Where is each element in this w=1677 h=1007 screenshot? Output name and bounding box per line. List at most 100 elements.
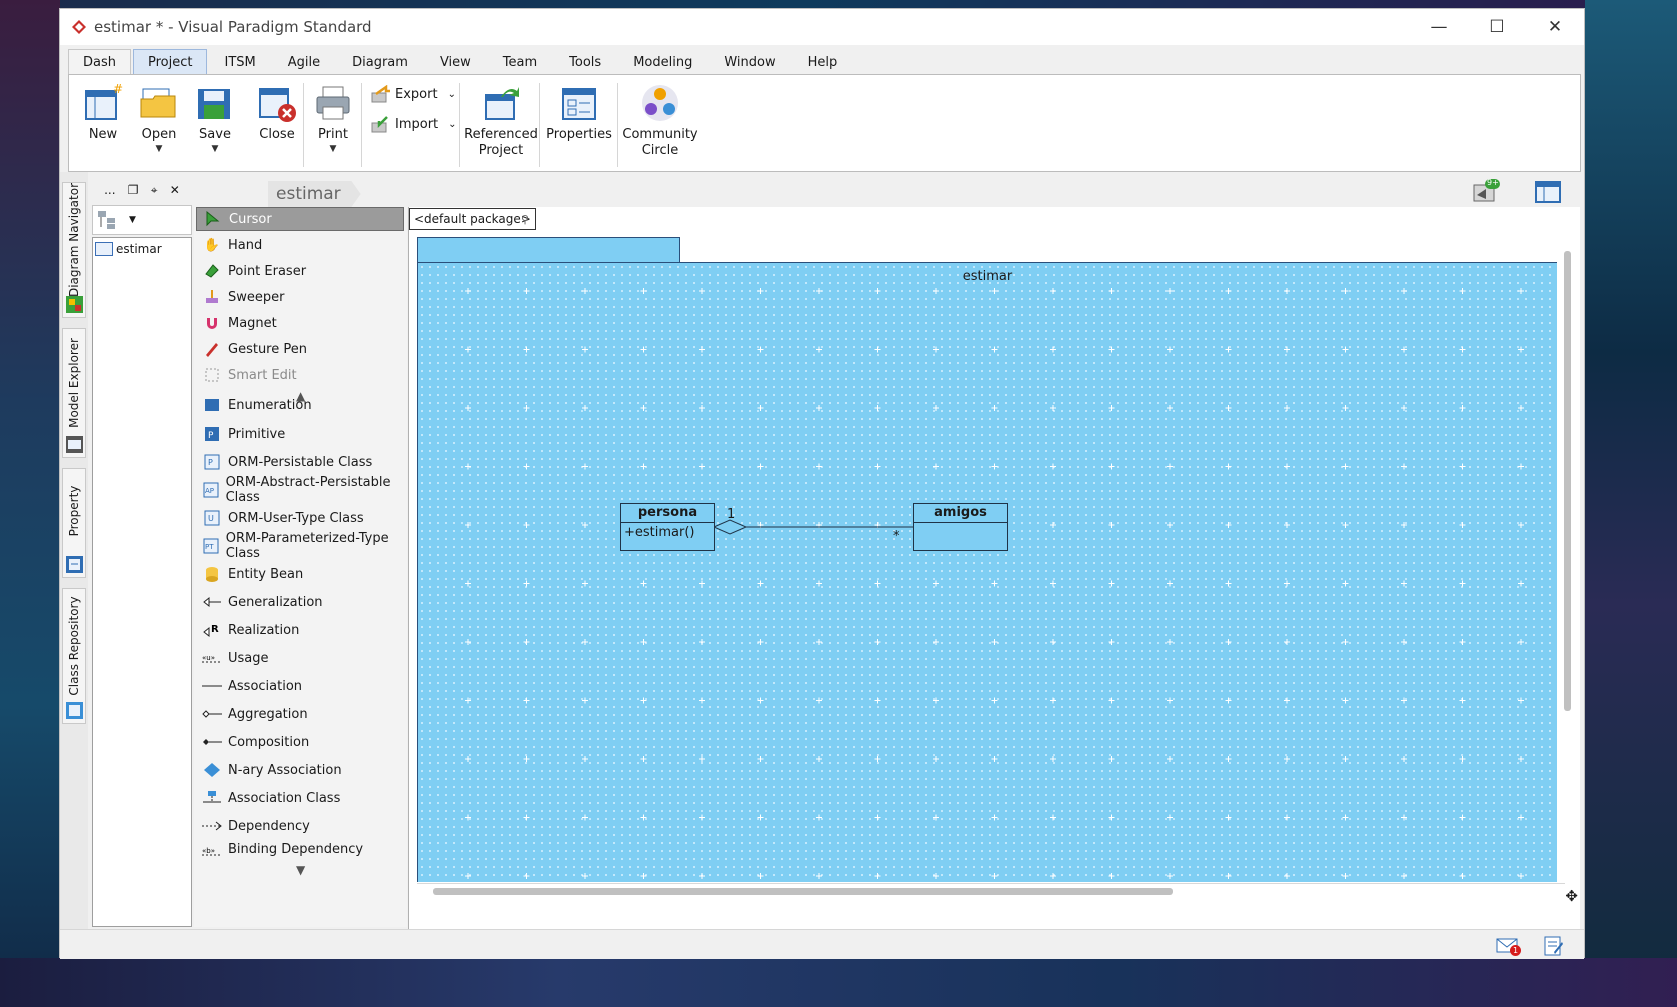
tree-item-estimar[interactable]: estimar	[95, 242, 189, 256]
tool-association-class[interactable]: Association Class	[196, 786, 404, 810]
aggregation-association[interactable]	[418, 263, 1558, 883]
tool-composition[interactable]: Composition	[196, 730, 404, 754]
navigator-more-button[interactable]: ...	[104, 183, 115, 197]
palette-scroll-down-icon[interactable]: ▼	[296, 863, 305, 877]
class-amigos[interactable]: amigos	[913, 503, 1008, 551]
tab-itsm[interactable]: ITSM	[209, 49, 270, 75]
tool-orm-persistable-class[interactable]: P ORM-Persistable Class	[196, 450, 404, 474]
open-dropdown-icon[interactable]: ▼	[156, 144, 163, 154]
tool-generalization[interactable]: Generalization	[196, 590, 404, 614]
close-button[interactable]: ✕	[1526, 9, 1584, 45]
tool-generalization-label: Generalization	[228, 594, 323, 610]
tool-binding-dependency[interactable]: «b» Binding Dependency	[196, 842, 404, 858]
tool-orm-user-type-class[interactable]: U ORM-User-Type Class	[196, 506, 404, 530]
desktop-wallpaper-bottom	[0, 958, 1677, 1007]
minimize-button[interactable]: —	[1410, 9, 1468, 45]
tab-team[interactable]: Team	[488, 49, 552, 75]
horizontal-scroll-thumb[interactable]	[433, 888, 1173, 895]
tool-gesture-pen-label: Gesture Pen	[228, 341, 307, 357]
save-label: Save	[199, 127, 231, 142]
tool-cursor[interactable]: Cursor	[196, 207, 404, 231]
navigator-pin-button[interactable]: ⌖	[151, 183, 158, 198]
layout-button[interactable]	[1534, 179, 1562, 205]
svg-text:AP: AP	[205, 487, 214, 495]
tab-agile[interactable]: Agile	[273, 49, 335, 75]
notes-button[interactable]	[1542, 936, 1564, 956]
navigator-tree: estimar	[92, 237, 192, 927]
pan-move-icon[interactable]: ✥	[1565, 887, 1578, 905]
import-button[interactable]: Import ⌄	[371, 115, 457, 133]
tab-tools[interactable]: Tools	[554, 49, 616, 75]
svg-text:R: R	[211, 624, 219, 635]
tab-project[interactable]: Project	[133, 49, 208, 75]
open-button[interactable]: Open ▼	[139, 83, 179, 154]
diagram-canvas[interactable]: <default package> ⚲ estimar 1 * persona …	[408, 207, 1580, 935]
side-tab-diagram-navigator-label: Diagram Navigator	[67, 182, 81, 298]
tool-orm-parameterized-type-class[interactable]: PT ORM-Parameterized-Type Class	[196, 531, 404, 561]
messages-button[interactable]: 1	[1496, 936, 1521, 956]
navigator-view-selector[interactable]: ▼	[92, 205, 192, 235]
tab-diagram[interactable]: Diagram	[337, 49, 423, 75]
notifications-button[interactable]: 9+	[1472, 178, 1500, 205]
tool-magnet[interactable]: Magnet	[196, 311, 404, 335]
import-dropdown-icon[interactable]: ⌄	[448, 119, 456, 130]
mail-badge: 1	[1510, 945, 1521, 956]
tool-usage-label: Usage	[228, 650, 269, 666]
vertical-scroll-thumb[interactable]	[1564, 251, 1571, 711]
tab-dash[interactable]: Dash	[68, 49, 131, 75]
referenced-project-icon	[485, 87, 519, 120]
tool-usage[interactable]: «u» Usage	[196, 646, 404, 670]
tool-n-ary-association[interactable]: N-ary Association	[196, 758, 404, 782]
side-tab-diagram-navigator[interactable]: Diagram Navigator	[62, 182, 86, 318]
print-dropdown-icon[interactable]: ▼	[330, 144, 337, 154]
tool-association[interactable]: Association	[196, 674, 404, 698]
referenced-project-button[interactable]: Referenced Project	[464, 83, 538, 159]
navigator-restore-button[interactable]: ❐	[128, 183, 139, 197]
save-button[interactable]: Save ▼	[195, 83, 235, 154]
view-selector-dropdown-icon[interactable]: ▼	[129, 215, 136, 225]
tab-view[interactable]: View	[425, 49, 486, 75]
tool-gesture-pen[interactable]: Gesture Pen	[196, 337, 404, 361]
horizontal-scrollbar[interactable]	[417, 883, 1565, 897]
tool-dependency[interactable]: Dependency	[196, 814, 404, 838]
export-button[interactable]: Export ⌄	[371, 85, 456, 103]
tool-entity-bean[interactable]: Entity Bean	[196, 562, 404, 586]
association-target-multiplicity: *	[893, 529, 900, 544]
realization-icon: R	[202, 621, 222, 639]
class-persona[interactable]: persona +estimar()	[620, 503, 715, 551]
tool-realization[interactable]: R Realization	[196, 618, 404, 642]
tool-sweeper[interactable]: Sweeper	[196, 285, 404, 309]
package-search-icon[interactable]: ⚲	[521, 213, 529, 226]
tab-help[interactable]: Help	[793, 49, 853, 75]
tool-hand[interactable]: ✋ Hand	[196, 233, 404, 257]
side-tab-model-explorer[interactable]: Model Explorer	[62, 328, 86, 458]
close-project-button[interactable]: Close	[255, 83, 299, 143]
tool-primitive[interactable]: P Primitive	[196, 422, 404, 446]
sweeper-icon	[202, 288, 222, 306]
side-tab-property[interactable]: Property	[62, 468, 86, 578]
export-dropdown-icon[interactable]: ⌄	[448, 89, 456, 100]
tab-modeling[interactable]: Modeling	[618, 49, 707, 75]
svg-text:U: U	[208, 514, 214, 523]
breadcrumb[interactable]: estimar	[268, 181, 361, 207]
tool-orm-abstract-persistable-class[interactable]: AP ORM-Abstract-Persistable Class	[196, 475, 404, 505]
community-circle-button[interactable]: Community Circle	[622, 83, 698, 159]
tool-aggregation[interactable]: Aggregation	[196, 702, 404, 726]
vertical-scrollbar[interactable]	[1560, 237, 1574, 897]
save-dropdown-icon[interactable]: ▼	[212, 144, 219, 154]
properties-button[interactable]: Properties	[546, 83, 612, 143]
new-button[interactable]: # New	[83, 83, 123, 143]
tool-smart-edit[interactable]: Smart Edit	[196, 363, 404, 387]
print-label: Print	[318, 127, 348, 142]
tool-point-eraser[interactable]: Point Eraser	[196, 259, 404, 283]
association-source-multiplicity: 1	[727, 507, 736, 522]
navigator-close-button[interactable]: ✕	[170, 183, 180, 197]
tab-window[interactable]: Window	[709, 49, 790, 75]
tool-enumeration[interactable]: Enumeration	[196, 399, 404, 413]
print-button[interactable]: Print ▼	[313, 83, 353, 154]
maximize-button[interactable]: ☐	[1468, 9, 1526, 45]
tool-aggregation-label: Aggregation	[228, 706, 308, 722]
diagram-frame[interactable]: estimar 1 * persona +estimar() amigos	[417, 262, 1557, 882]
default-package-label[interactable]: <default package>	[409, 208, 536, 230]
side-tab-class-repository[interactable]: Class Repository	[62, 588, 86, 724]
